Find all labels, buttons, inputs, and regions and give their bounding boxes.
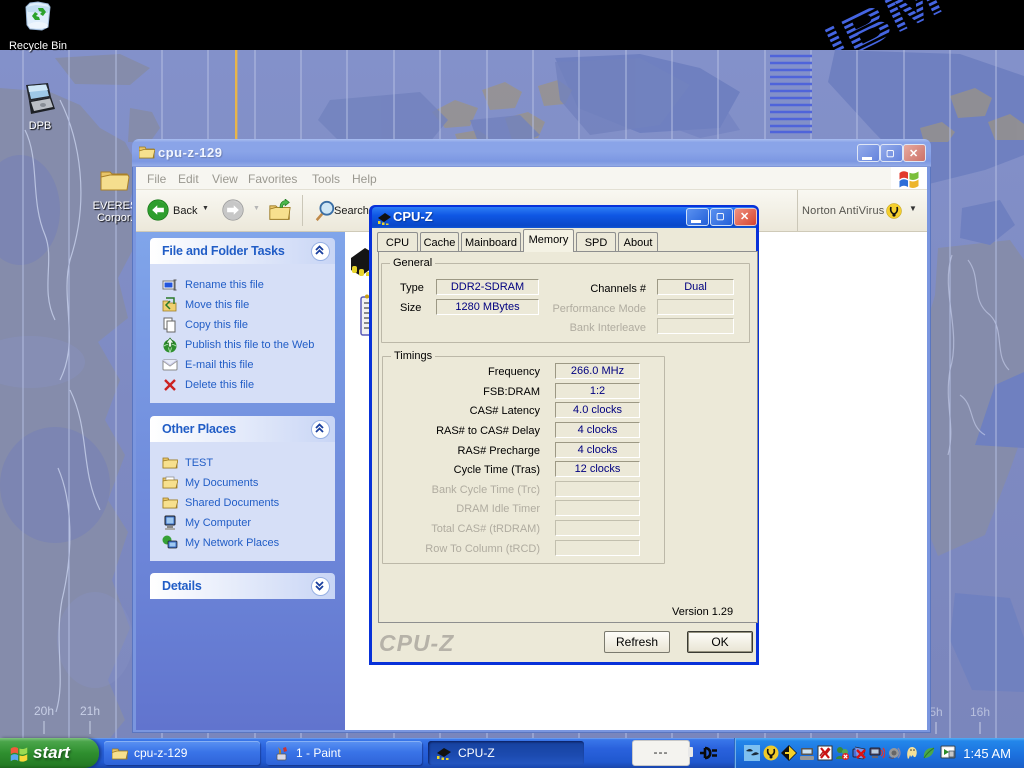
svg-text:16h: 16h: [970, 705, 990, 719]
svg-text:20h: 20h: [34, 704, 54, 718]
svg-text:21h: 21h: [80, 704, 100, 718]
svg-text:5h: 5h: [929, 705, 942, 719]
